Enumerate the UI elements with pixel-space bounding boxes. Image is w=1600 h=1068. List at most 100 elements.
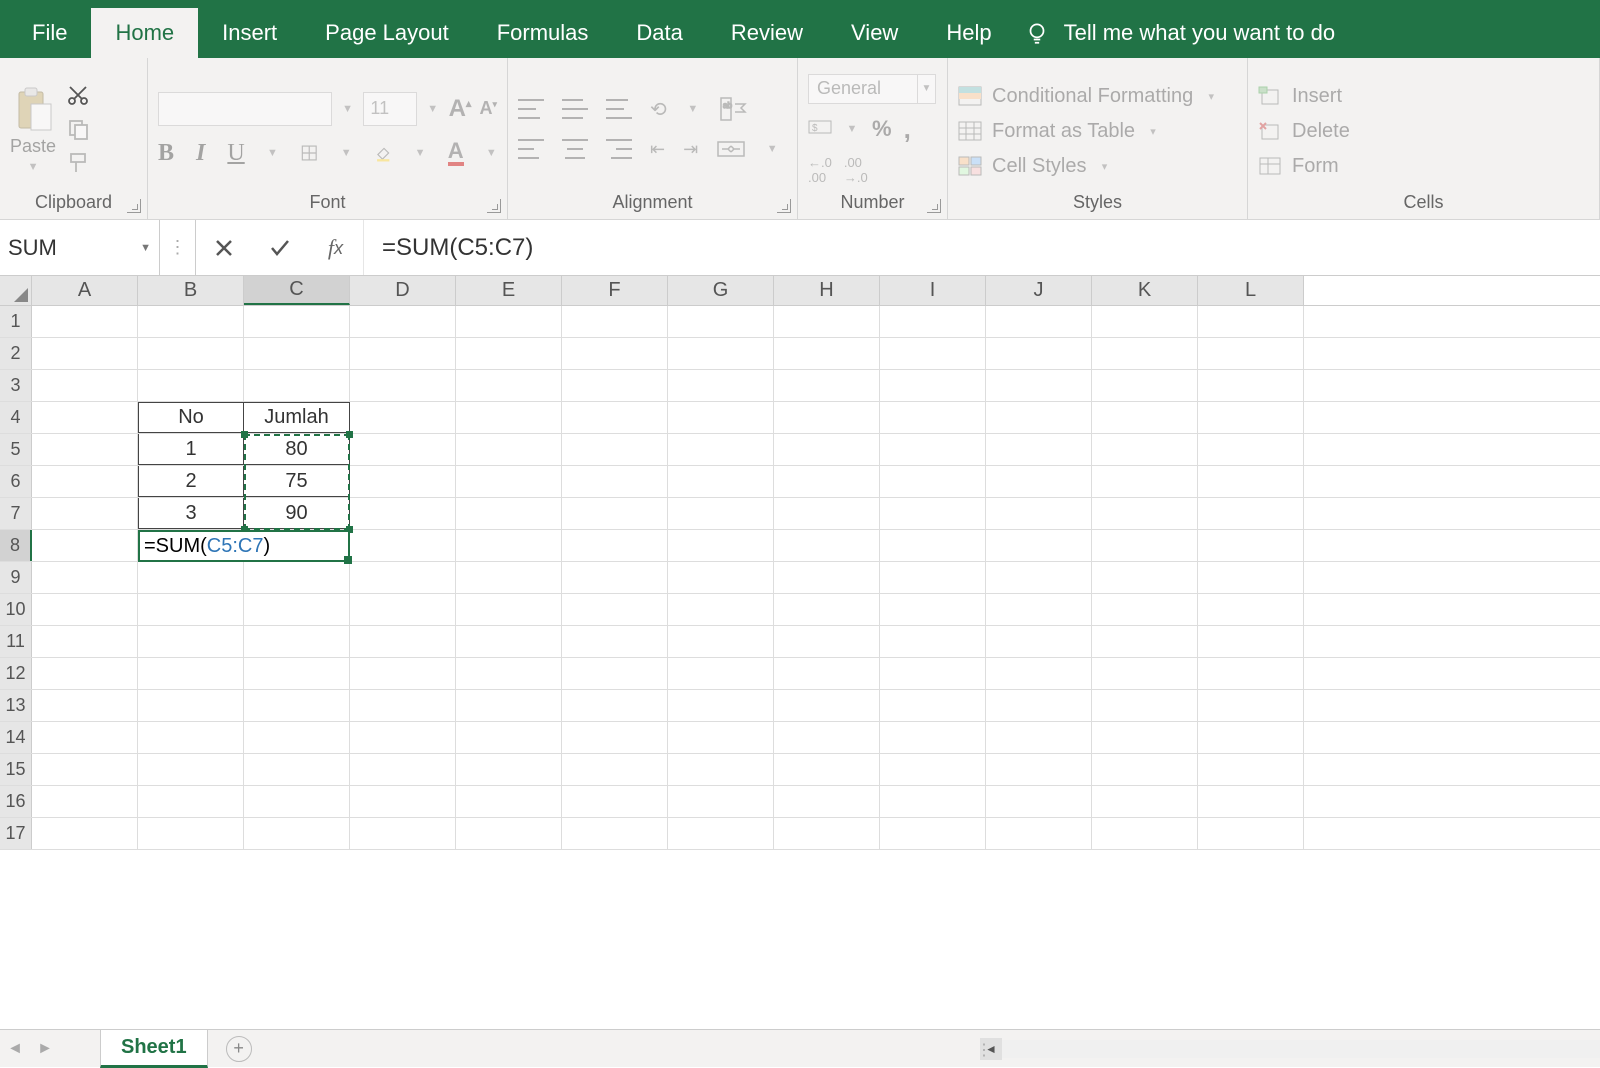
cell-J3[interactable]	[986, 370, 1092, 401]
format-painter-icon[interactable]	[66, 151, 90, 175]
cell-G14[interactable]	[668, 722, 774, 753]
cell-L14[interactable]	[1198, 722, 1304, 753]
cell-H13[interactable]	[774, 690, 880, 721]
cell-L15[interactable]	[1198, 754, 1304, 785]
tab-file[interactable]: File	[8, 8, 91, 58]
cell-C3[interactable]	[244, 370, 350, 401]
cell-J8[interactable]	[986, 530, 1092, 561]
cell-G9[interactable]	[668, 562, 774, 593]
cell-B16[interactable]	[138, 786, 244, 817]
column-header-j[interactable]: J	[986, 276, 1092, 305]
chevron-down-icon[interactable]: ▼	[414, 147, 425, 159]
cell-K17[interactable]	[1092, 818, 1198, 849]
cell-D14[interactable]	[350, 722, 456, 753]
add-sheet-button[interactable]: +	[226, 1036, 252, 1062]
cell-L16[interactable]	[1198, 786, 1304, 817]
decrease-decimal-icon[interactable]: .00→.0	[844, 155, 868, 185]
cell-F17[interactable]	[562, 818, 668, 849]
chevron-down-icon[interactable]: ▼	[685, 103, 701, 115]
sheet-nav-next[interactable]: ►	[30, 1040, 60, 1058]
cell-E2[interactable]	[456, 338, 562, 369]
cell-B7[interactable]: 3	[138, 498, 244, 529]
cell-L17[interactable]	[1198, 818, 1304, 849]
cell-K11[interactable]	[1092, 626, 1198, 657]
cell-L5[interactable]	[1198, 434, 1304, 465]
cell-E11[interactable]	[456, 626, 562, 657]
align-right-icon[interactable]	[606, 139, 632, 159]
cell-G11[interactable]	[668, 626, 774, 657]
cell-B11[interactable]	[138, 626, 244, 657]
chevron-down-icon[interactable]: ▼	[267, 147, 278, 159]
align-left-icon[interactable]	[518, 139, 544, 159]
cell-C16[interactable]	[244, 786, 350, 817]
cell-C14[interactable]	[244, 722, 350, 753]
sheet-tab-sheet1[interactable]: Sheet1	[100, 1029, 208, 1068]
borders-icon[interactable]	[300, 140, 318, 166]
cell-C4[interactable]: Jumlah	[244, 402, 350, 433]
formula-input[interactable]: =SUM(C5:C7)	[364, 220, 1600, 275]
row-header-15[interactable]: 15	[0, 754, 32, 785]
cell-K8[interactable]	[1092, 530, 1198, 561]
cell-G10[interactable]	[668, 594, 774, 625]
cell-F16[interactable]	[562, 786, 668, 817]
cell-A11[interactable]	[32, 626, 138, 657]
cell-C11[interactable]	[244, 626, 350, 657]
cell-B14[interactable]	[138, 722, 244, 753]
cell-J14[interactable]	[986, 722, 1092, 753]
cell-G8[interactable]	[668, 530, 774, 561]
cell-L13[interactable]	[1198, 690, 1304, 721]
cell-I16[interactable]	[880, 786, 986, 817]
row-header-8[interactable]: 8	[0, 530, 32, 561]
decrease-indent-icon[interactable]: ⇤	[650, 139, 665, 160]
cell-F14[interactable]	[562, 722, 668, 753]
accounting-format-icon[interactable]: $	[808, 120, 832, 138]
cell-H14[interactable]	[774, 722, 880, 753]
tab-help[interactable]: Help	[922, 8, 1015, 58]
cell-J7[interactable]	[986, 498, 1092, 529]
cell-A5[interactable]	[32, 434, 138, 465]
cell-A3[interactable]	[32, 370, 138, 401]
cell-E4[interactable]	[456, 402, 562, 433]
cell-B2[interactable]	[138, 338, 244, 369]
align-center-icon[interactable]	[562, 139, 588, 159]
row-header-3[interactable]: 3	[0, 370, 32, 401]
grid-body[interactable]: 1234NoJumlah5180627573908910111213141516…	[0, 306, 1600, 850]
cell-H4[interactable]	[774, 402, 880, 433]
format-cells-button[interactable]: Form	[1258, 155, 1350, 178]
cell-A9[interactable]	[32, 562, 138, 593]
cell-F15[interactable]	[562, 754, 668, 785]
chevron-down-icon[interactable]: ▼	[764, 143, 780, 155]
cell-K12[interactable]	[1092, 658, 1198, 689]
cell-C5[interactable]: 80	[244, 434, 350, 465]
fill-handle[interactable]	[344, 556, 352, 564]
cut-icon[interactable]	[66, 83, 90, 107]
cell-D10[interactable]	[350, 594, 456, 625]
cell-B6[interactable]: 2	[138, 466, 244, 497]
cell-A14[interactable]	[32, 722, 138, 753]
cell-F7[interactable]	[562, 498, 668, 529]
increase-font-icon[interactable]: A▴	[449, 95, 472, 123]
paste-button[interactable]: Paste ▼	[10, 86, 56, 173]
row-header-16[interactable]: 16	[0, 786, 32, 817]
cell-J1[interactable]	[986, 306, 1092, 337]
cell-I15[interactable]	[880, 754, 986, 785]
cell-H9[interactable]	[774, 562, 880, 593]
cancel-formula-button[interactable]	[196, 220, 252, 275]
tab-page-layout[interactable]: Page Layout	[301, 8, 473, 58]
column-header-f[interactable]: F	[562, 276, 668, 305]
row-header-9[interactable]: 9	[0, 562, 32, 593]
cell-H3[interactable]	[774, 370, 880, 401]
cell-C2[interactable]	[244, 338, 350, 369]
cell-K9[interactable]	[1092, 562, 1198, 593]
cell-L2[interactable]	[1198, 338, 1304, 369]
cell-D9[interactable]	[350, 562, 456, 593]
row-header-5[interactable]: 5	[0, 434, 32, 465]
cell-I10[interactable]	[880, 594, 986, 625]
align-middle-icon[interactable]	[562, 99, 588, 119]
cell-H12[interactable]	[774, 658, 880, 689]
insert-cells-button[interactable]: Insert	[1258, 85, 1350, 108]
dialog-launcher-alignment[interactable]	[777, 199, 791, 213]
cell-G16[interactable]	[668, 786, 774, 817]
cell-J15[interactable]	[986, 754, 1092, 785]
conditional-formatting-button[interactable]: Conditional Formatting ▾	[958, 85, 1219, 108]
